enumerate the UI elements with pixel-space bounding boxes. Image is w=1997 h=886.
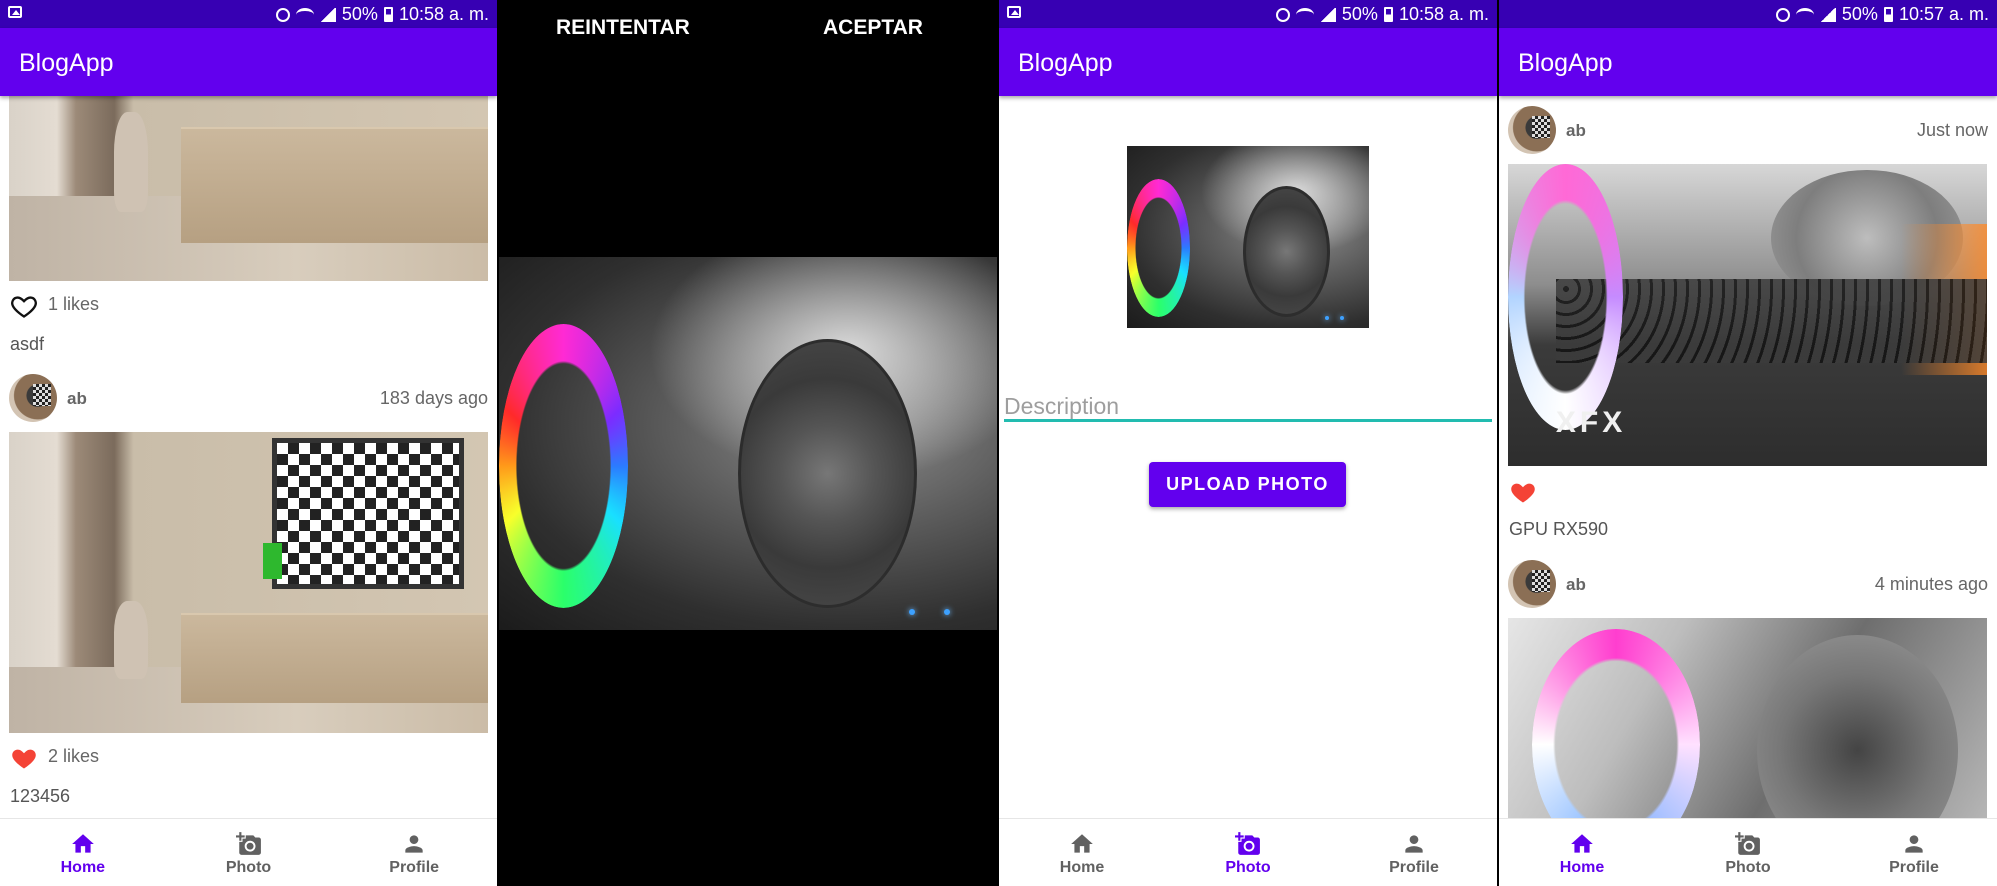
camera-confirm-screen: REINTENTAR ACEPTAR [499,0,997,886]
app-bar: BlogApp [999,28,1497,96]
battery-icon [1383,7,1393,22]
post-header: ab Just now [1508,106,1988,156]
gallery-notification-icon [1007,6,1021,18]
nav-profile-label: Profile [389,859,440,876]
heart-filled-icon[interactable] [1509,478,1537,506]
upload-photo-button[interactable]: UPLOAD PHOTO [1149,462,1346,507]
captured-photo-preview [499,257,997,630]
add-photo-icon [235,832,261,855]
accept-button[interactable]: ACEPTAR [823,16,923,40]
post-header: ab 183 days ago [9,374,488,424]
upload-form: Description UPLOAD PHOTO [999,96,1497,818]
post-username[interactable]: ab [67,389,87,409]
post-timestamp: 4 minutes ago [1874,574,1988,594]
nav-home-label: Home [1559,859,1605,876]
post-header: ab 4 minutes ago [1508,560,1988,610]
nav-profile[interactable]: Profile [1331,819,1497,886]
home-icon [71,834,94,853]
alarm-icon [1775,7,1790,22]
like-count: 1 likes [48,294,100,314]
nav-home[interactable]: Home [0,819,166,886]
home-icon [1071,834,1093,853]
nav-photo[interactable]: Photo [1165,819,1331,886]
nav-home[interactable]: Home [1499,819,1665,886]
upload-screen: 50% 10:58 a. m. BlogApp Description UPLO… [999,0,1497,886]
post-description: GPU RX590 [1509,519,1609,539]
wifi-icon [1295,7,1314,22]
nav-home-label: Home [60,859,106,876]
nav-profile[interactable]: Profile [331,819,497,886]
feed-screen-updated: 50% 10:57 a. m. BlogApp ab Just now XFX … [1499,0,1997,886]
nav-home[interactable]: Home [999,819,1165,886]
avatar[interactable] [1508,560,1556,608]
bottom-navigation: Home Photo Profile [1499,818,1997,886]
post-list[interactable]: 1 likes asdf ab 183 days ago 2 likes 123… [0,96,497,818]
nav-photo-label: Photo [225,859,272,876]
nav-home-label: Home [1059,859,1105,876]
app-bar: BlogApp [1499,28,1997,96]
add-photo-icon [1735,832,1760,855]
post-username[interactable]: ab [1566,121,1586,141]
person-icon [1405,835,1423,853]
post-image[interactable]: XFX [1508,164,1987,466]
heart-outline-icon[interactable] [10,292,38,320]
heart-filled-icon[interactable] [10,744,38,772]
wifi-icon [295,7,314,22]
battery-icon [383,7,393,22]
post-timestamp: 183 days ago [379,388,488,408]
battery-percent: 50% [1841,4,1878,24]
signal-icon [319,7,336,22]
post-image[interactable] [9,96,488,281]
clock: 10:57 a. m. [1898,4,1989,24]
gpu-brand-logo: XFX [1555,405,1627,439]
like-count: 2 likes [48,746,100,766]
nav-profile-label: Profile [1889,859,1939,876]
avatar[interactable] [9,374,57,422]
nav-photo-label: Photo [1225,859,1271,876]
signal-icon [1319,7,1336,22]
wifi-icon [1795,7,1814,22]
status-bar: 50% 10:58 a. m. [999,0,1497,28]
retry-button[interactable]: REINTENTAR [556,16,690,40]
post-list[interactable]: ab Just now XFX GPU RX590 ab 4 minutes a… [1499,96,1997,818]
gallery-notification-icon [8,6,22,18]
description-field[interactable]: Description [1004,389,1492,422]
clock: 10:58 a. m. [398,4,489,24]
app-title: BlogApp [1518,49,1613,77]
post-image[interactable] [1508,618,1987,818]
signal-icon [1819,7,1836,22]
clock: 10:58 a. m. [1398,4,1489,24]
nav-profile[interactable]: Profile [1831,819,1997,886]
add-photo-icon [1235,832,1260,855]
post-description: 123456 [10,786,71,806]
person-icon [1905,835,1923,853]
battery-icon [1883,7,1893,22]
person-icon [405,835,423,853]
feed-screen: 50% 10:58 a. m. BlogApp 1 likes asdf ab … [0,0,497,886]
bottom-navigation: Home Photo Profile [999,818,1497,886]
bottom-navigation: Home Photo Profile [0,818,497,886]
app-bar: BlogApp [0,28,497,96]
description-placeholder: Description [1004,393,1120,419]
app-title: BlogApp [1018,49,1113,77]
status-bar: 50% 10:57 a. m. [1499,0,1997,28]
status-bar: 50% 10:58 a. m. [0,0,497,28]
nav-photo[interactable]: Photo [166,819,332,886]
post-timestamp: Just now [1916,120,1988,140]
battery-percent: 50% [1341,4,1378,24]
post-username[interactable]: ab [1566,575,1586,595]
avatar[interactable] [1508,106,1556,154]
battery-percent: 50% [341,4,378,24]
selected-photo-thumbnail[interactable] [1127,146,1369,328]
post-description: asdf [10,334,45,354]
nav-photo-label: Photo [1725,859,1771,876]
alarm-icon [275,7,290,22]
nav-profile-label: Profile [1389,859,1439,876]
app-title: BlogApp [19,49,114,77]
home-icon [1571,834,1593,853]
alarm-icon [1275,7,1290,22]
post-image[interactable] [9,432,488,733]
nav-photo[interactable]: Photo [1665,819,1831,886]
